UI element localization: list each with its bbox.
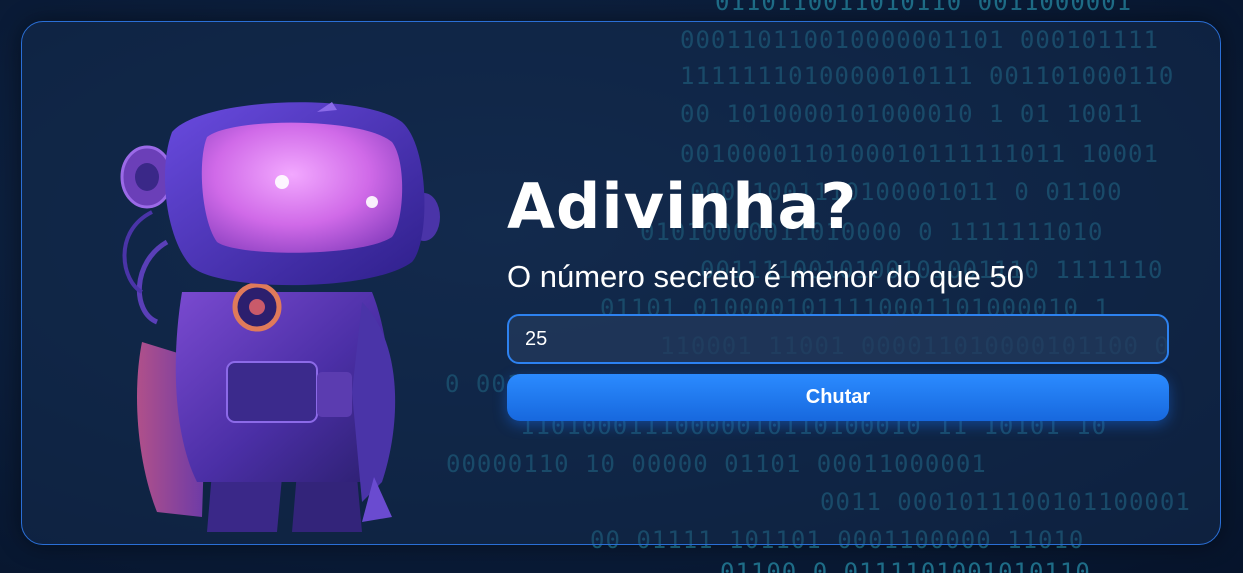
- astronaut-robot-icon: [120, 102, 440, 532]
- binary-row: 0110110011010110 0011000001: [715, 0, 1133, 16]
- guess-input[interactable]: [507, 314, 1169, 364]
- page: 0110110011010110 0011000001 000110110010…: [0, 0, 1243, 573]
- game-panel: Adivinha? O número secreto é menor do qu…: [507, 169, 1169, 421]
- guess-button[interactable]: Chutar: [507, 374, 1169, 421]
- hint-text: O número secreto é menor do que 50: [507, 259, 1024, 294]
- page-title: Adivinha?: [507, 170, 858, 243]
- binary-row: 01100 0 0111101001010110: [720, 558, 1091, 573]
- game-card: Adivinha? O número secreto é menor do qu…: [21, 21, 1221, 545]
